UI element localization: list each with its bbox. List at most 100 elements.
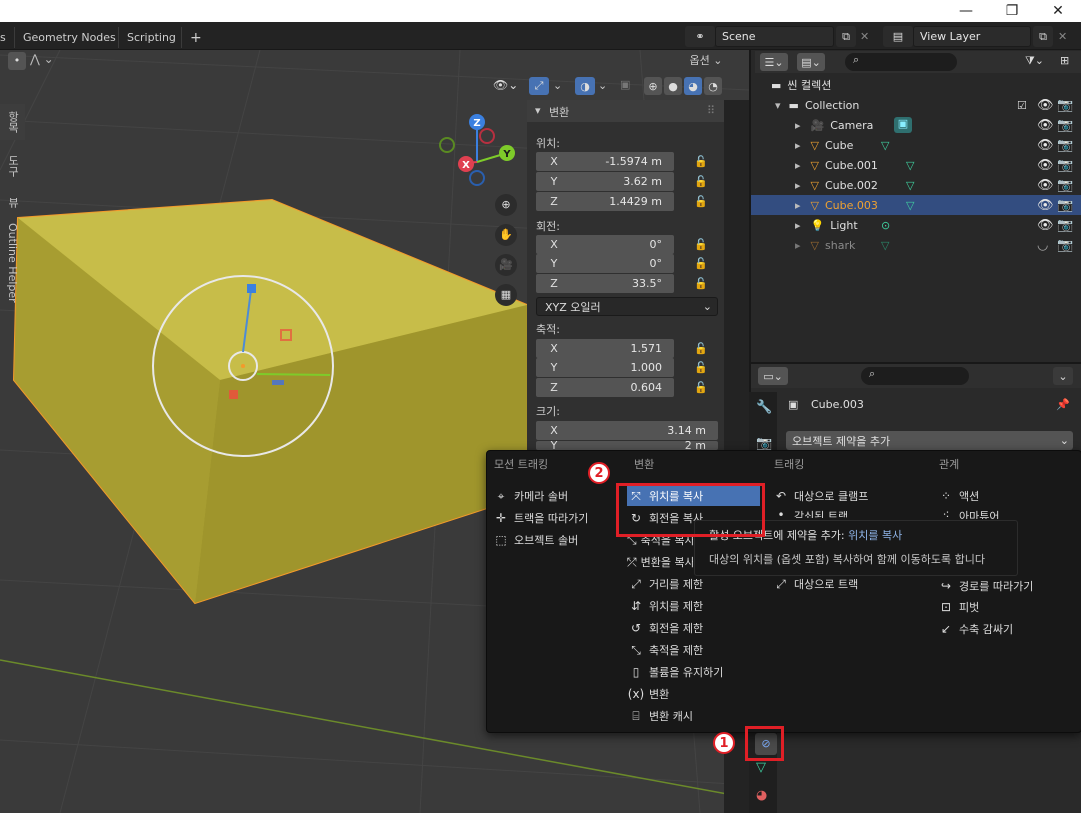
add-constraint-dropdown[interactable]: 오브젝트 제약을 추가 ⌄ [786,431,1073,450]
material-tab-icon[interactable]: ◕ [756,788,767,803]
lock-icon[interactable]: 🔓 [694,257,708,271]
perspective-grid-icon[interactable]: ▦ [495,284,517,306]
menu-item-transformation[interactable]: (x) 변환 [627,684,760,704]
render-camera-icon[interactable]: 📷 [1057,158,1073,173]
snap-icon[interactable]: • [8,52,26,70]
menu-item-copy-transforms[interactable]: ⤱ 변환을 복사 [627,552,693,572]
expand-chevron-icon[interactable]: ▸ [795,199,801,212]
nav-gizmo-neg-y[interactable] [439,137,455,153]
outliner-row-cube-002[interactable]: ▸ ▽ Cube.002 ▽ 👁 📷 [751,175,1081,195]
properties-search-input[interactable]: ⌕ [861,367,969,385]
mesh-data-icon[interactable]: ▽ [881,239,889,252]
outliner-row-light[interactable]: ▸ 💡 Light ⊙ 👁 📷 [751,215,1081,235]
render-camera-icon[interactable]: 📷 [1057,118,1073,133]
lock-icon[interactable]: 🔓 [694,381,708,395]
editor-type-icon[interactable]: ▭⌄ [758,367,788,385]
mesh-data-icon[interactable]: ▽ [881,139,889,152]
eye-icon[interactable]: 👁 [1037,98,1054,113]
tab-geometry-nodes[interactable]: Geometry Nodes [14,27,124,48]
menu-item-damped-track[interactable]: • 감쇠된 트랙 [772,508,872,518]
gizmo-x-handle[interactable] [229,390,238,399]
zoom-icon[interactable]: ⊕ [495,194,517,216]
gizmo-dropdown-icon[interactable]: ⌄ [553,79,562,92]
add-workspace-button[interactable]: + [181,27,210,48]
chevron-down-icon[interactable]: ⌄ [1053,367,1073,385]
eye-hidden-icon[interactable]: ◡ [1037,238,1048,253]
expand-chevron-icon[interactable]: ▸ [795,159,801,172]
menu-item-limit-scale[interactable]: ⤡ 축적을 제한 [627,640,760,660]
transform-panel-header[interactable]: ▾ 변환 ⠿ [527,100,724,122]
expand-chevron-icon[interactable]: ▸ [795,119,801,132]
outliner-collection[interactable]: ▾ ▬ Collection ☑ 👁 📷 [751,95,1081,115]
wireframe-shading-icon[interactable]: ⊕ [644,77,662,95]
rotation-y-field[interactable]: Y 0° [536,254,674,273]
menu-item-transform-cache[interactable]: ⌸ 변환 캐시 [627,706,760,726]
rotation-mode-dropdown[interactable]: XYZ 오일러 ⌄ [536,297,718,316]
view-layer-name-field[interactable]: View Layer [913,26,1031,47]
menu-item-follow-track[interactable]: ✛ 트랙을 따라가기 [492,508,622,528]
lock-icon[interactable]: 🔓 [694,195,708,209]
mesh-data-tab-icon[interactable]: ▽ [756,760,766,775]
eye-icon[interactable]: 👁 [1037,138,1054,153]
menu-item-action[interactable]: ⁘ 액션 [937,486,1077,506]
new-scene-icon[interactable]: ⧉ [836,26,856,47]
menu-item-object-solver[interactable]: ⬚ 오브젝트 솔버 [492,530,622,550]
xray-icon[interactable]: ▣ [620,78,630,91]
view-layer-selector-icon[interactable]: ▤ [883,26,913,47]
lock-icon[interactable]: 🔓 [694,361,708,375]
render-tab-icon[interactable]: 📷 [756,436,772,451]
eye-icon[interactable]: 👁 [1037,198,1054,213]
restore-icon[interactable]: ❐ [989,0,1035,22]
rotation-x-field[interactable]: X 0° [536,235,674,254]
expand-chevron-icon[interactable]: ▸ [795,139,801,152]
scale-x-field[interactable]: X 1.571 [536,339,674,358]
expand-chevron-icon[interactable]: ▸ [795,219,801,232]
nav-gizmo-neg-x[interactable] [479,128,495,144]
eye-icon[interactable]: 👁 [1037,118,1054,133]
nav-gizmo-neg-z[interactable] [469,170,485,186]
filter-icon[interactable]: ⧩⌄ [1025,54,1044,68]
minimize-icon[interactable]: — [943,0,989,22]
tab-partial[interactable]: s [0,27,12,48]
render-camera-icon[interactable]: 📷 [1057,198,1073,213]
checkbox-icon[interactable]: ☑ [1017,99,1027,112]
camera-data-icon[interactable]: ▣ [894,117,912,133]
scene-selector-icon[interactable]: ⚭ [685,26,715,47]
dimensions-x-field[interactable]: X 3.14 m [536,421,718,440]
rendered-shading-icon[interactable]: ◔ [704,77,722,95]
tab-item[interactable]: 항목 [0,104,25,140]
eye-icon[interactable]: 👁 [1037,178,1054,193]
rotation-z-field[interactable]: Z 33.5° [536,274,674,293]
outliner-row-cube-001[interactable]: ▸ ▽ Cube.001 ▽ 👁 📷 [751,155,1081,175]
menu-item-limit-location[interactable]: ⇵ 위치를 제한 [627,596,760,616]
mesh-data-icon[interactable]: ▽ [906,199,914,212]
tab-tool[interactable]: 도구 [0,148,25,184]
outliner-row-cube[interactable]: ▸ ▽ Cube ▽ 👁 📷 [751,135,1081,155]
menu-item-camera-solver[interactable]: ⌖ 카메라 솔버 [492,486,622,506]
menu-item-clamp-to[interactable]: ↶ 대상으로 클램프 [772,486,922,506]
outliner-row-camera[interactable]: ▸ 🎥 Camera ▣ 👁 📷 [751,115,1081,135]
outliner-row-cube-003[interactable]: ▸ ▽ Cube.003 ▽ 👁 📷 [751,195,1081,215]
lock-icon[interactable]: 🔓 [694,342,708,356]
delete-scene-icon[interactable]: ✕ [860,30,869,43]
view-object-types-icon[interactable]: 👁⌄ [493,78,518,92]
lock-icon[interactable]: 🔓 [694,277,708,291]
lock-icon[interactable]: 🔓 [694,175,708,189]
render-camera-icon[interactable]: 📷 [1057,138,1073,153]
proportional-edit-icon[interactable]: ⋀ ⌄ [30,52,54,66]
menu-item-limit-distance[interactable]: ⤢ 거리를 제한 [627,574,760,594]
menu-item-limit-rotation[interactable]: ↺ 회전을 제한 [627,618,760,638]
solid-shading-icon[interactable]: ● [664,77,682,95]
menu-item-pivot[interactable]: ⊡ 피벗 [937,597,1077,617]
tab-view[interactable]: 뷰 [0,190,25,214]
dimensions-y-field[interactable]: Y 2 m [536,441,718,450]
location-z-field[interactable]: Z 1.4429 m [536,192,674,211]
overlays-dropdown-icon[interactable]: ⌄ [598,79,607,92]
close-icon[interactable]: ✕ [1035,0,1081,22]
pin-icon[interactable]: 📌 [1056,398,1070,411]
outliner-row-shark[interactable]: ▸ ▽ shark ▽ ◡ 📷 [751,235,1081,255]
eye-icon[interactable]: 👁 [1037,158,1054,173]
camera-view-icon[interactable]: 🎥 [495,254,517,276]
menu-item-maintain-volume[interactable]: ▯ 볼륨을 유지하기 [627,662,760,682]
location-x-field[interactable]: X -1.5974 m [536,152,674,171]
